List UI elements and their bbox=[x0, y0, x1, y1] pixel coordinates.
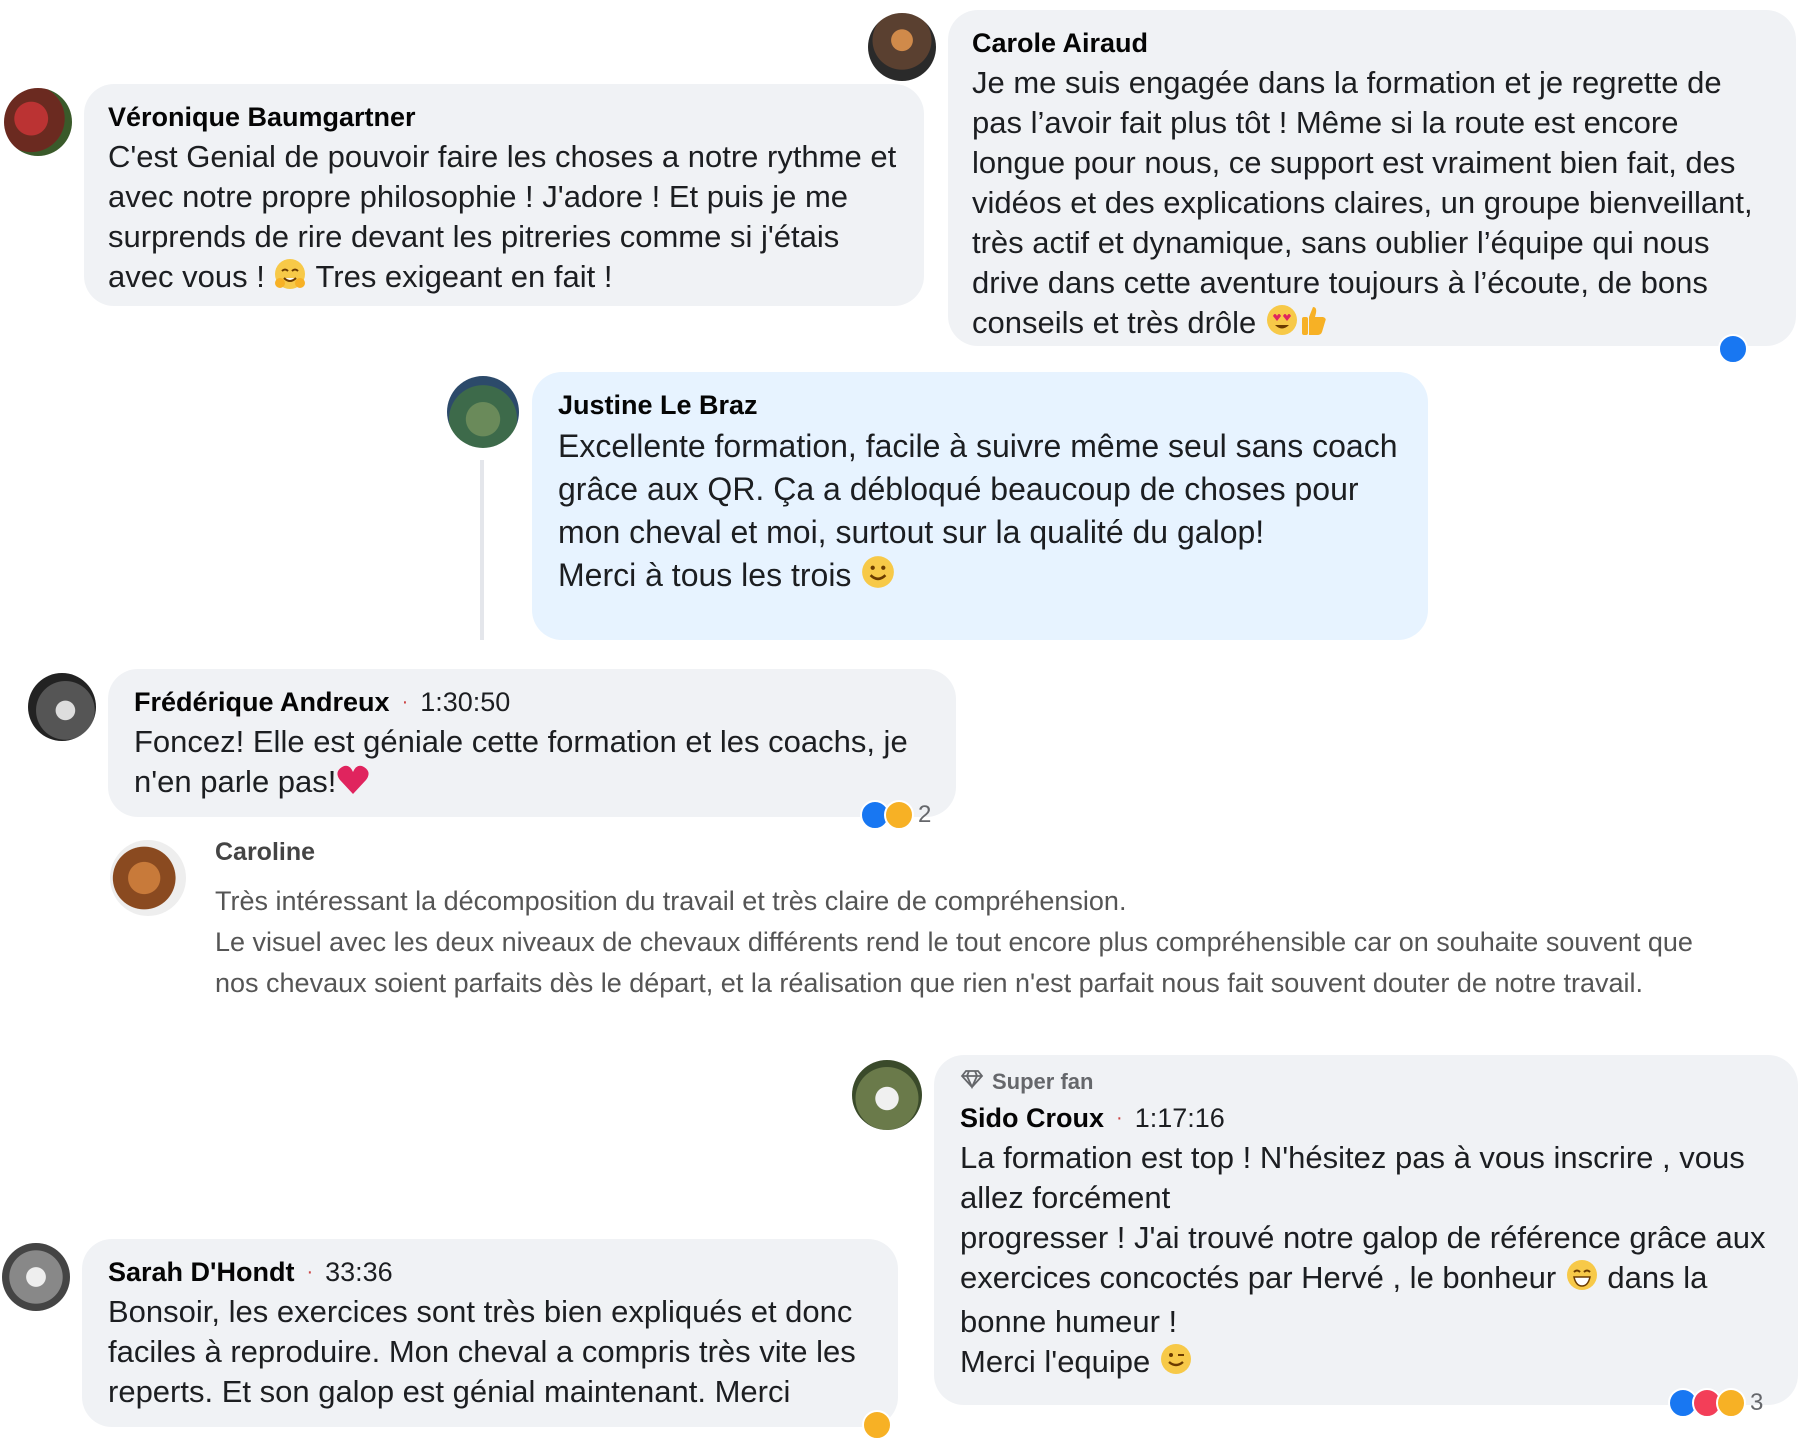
reactions-indicator[interactable]: 3 bbox=[1668, 1388, 1763, 1418]
separator-dot: · bbox=[401, 691, 409, 713]
care-icon bbox=[1716, 1388, 1746, 1418]
reaction-count: 3 bbox=[1750, 1389, 1764, 1416]
comment-bubble: Frédérique Andreux · 1:30:50 Foncez! Elle … bbox=[108, 669, 956, 817]
hugging-face-emoji-icon bbox=[273, 257, 307, 301]
comment-text: La formation est top ! N'hésitez pas à v… bbox=[960, 1138, 1772, 1386]
reactions-indicator[interactable] bbox=[862, 1410, 892, 1440]
like-icon bbox=[1718, 334, 1748, 364]
diamond-icon bbox=[960, 1069, 984, 1095]
super-fan-badge[interactable]: Super fan bbox=[960, 1069, 1772, 1095]
badge-label: Super fan bbox=[992, 1069, 1094, 1094]
avatar[interactable] bbox=[2, 1243, 70, 1311]
thread-line bbox=[480, 460, 484, 640]
comment-bubble: Justine Le Braz Excellente formation, fa… bbox=[532, 372, 1428, 640]
comment-text: Je me suis engagée dans la formation et … bbox=[972, 63, 1772, 347]
avatar[interactable] bbox=[852, 1060, 922, 1130]
comment-text: Bonsoir, les exercices sont très bien ex… bbox=[108, 1294, 856, 1409]
comment-author[interactable]: Frédérique Andreux · 1:30:50 bbox=[134, 687, 930, 718]
comment-timestamp[interactable]: 1:17:16 bbox=[1135, 1103, 1225, 1133]
heart-eyes-emoji-icon bbox=[1265, 303, 1299, 347]
avatar[interactable] bbox=[447, 376, 519, 448]
comment-author[interactable]: Caroline bbox=[215, 838, 1695, 867]
comment-author[interactable]: Justine Le Braz bbox=[558, 390, 1402, 421]
care-icon bbox=[862, 1410, 892, 1440]
smile-emoji-icon bbox=[860, 554, 896, 601]
comment-timestamp[interactable]: 33:36 bbox=[325, 1257, 393, 1287]
comment-bubble: Sarah D'Hondt · 33:36 Bonsoir, les exercic… bbox=[82, 1239, 898, 1427]
comment-author[interactable]: Sido Croux · 1:17:16 bbox=[960, 1103, 1772, 1134]
comment-text: Très intéressant la décomposition du tra… bbox=[215, 886, 1693, 998]
comment-author[interactable]: Véronique Baumgartner bbox=[108, 102, 900, 133]
avatar[interactable] bbox=[868, 13, 936, 81]
comment-author[interactable]: Carole Airaud bbox=[972, 28, 1772, 59]
reaction-count: 2 bbox=[918, 801, 932, 828]
avatar[interactable] bbox=[28, 673, 96, 741]
comment-text: Excellente formation, facile à suivre mê… bbox=[558, 425, 1402, 601]
comment-author[interactable]: Sarah D'Hondt · 33:36 bbox=[108, 1257, 872, 1288]
grin-emoji-icon bbox=[1565, 1258, 1599, 1302]
comment-text: Foncez! Elle est géniale cette formation… bbox=[134, 722, 930, 806]
comment-bubble: Carole Airaud Je me suis engagée dans la… bbox=[948, 10, 1796, 346]
comment-bubble: Super fan Sido Croux · 1:17:16 La formatio… bbox=[934, 1055, 1798, 1405]
comment-block: Caroline Très intéressant la décompositi… bbox=[215, 838, 1695, 1004]
avatar[interactable] bbox=[4, 88, 72, 156]
comment-text: C'est Genial de pouvoir faire les choses… bbox=[108, 137, 900, 301]
care-icon bbox=[884, 800, 914, 830]
comment-timestamp[interactable]: 1:30:50 bbox=[420, 687, 510, 717]
separator-dot: · bbox=[1116, 1107, 1123, 1129]
reactions-indicator[interactable]: 2 bbox=[860, 800, 931, 830]
reactions-indicator[interactable] bbox=[1718, 334, 1748, 364]
wink-emoji-icon bbox=[1159, 1342, 1193, 1386]
thumbs-up-emoji-icon bbox=[1299, 303, 1329, 347]
comment-bubble: Véronique Baumgartner C'est Genial de po… bbox=[84, 84, 924, 306]
separator-dot: · bbox=[306, 1261, 314, 1283]
red-heart-emoji-icon bbox=[336, 764, 370, 806]
avatar[interactable] bbox=[110, 840, 186, 916]
